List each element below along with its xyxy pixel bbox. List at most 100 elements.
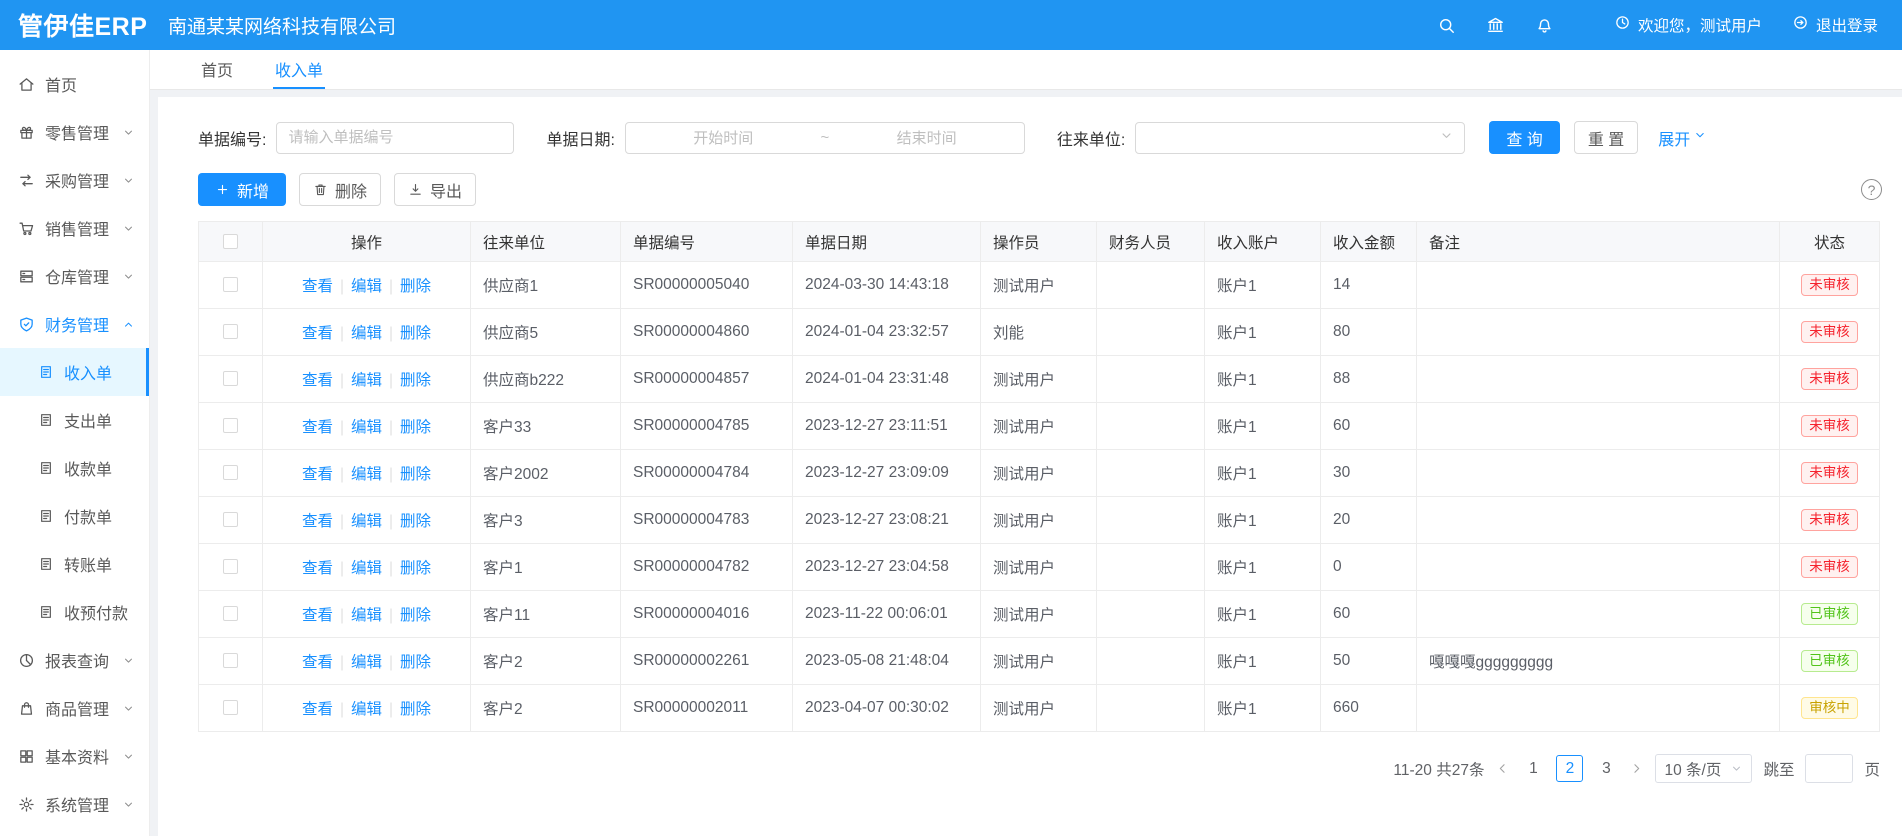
delete-button[interactable]: 删除	[299, 173, 381, 206]
cell-account: 账户1	[1205, 262, 1321, 309]
chevron-up-icon	[122, 318, 135, 331]
row-action-查看[interactable]: 查看	[302, 278, 333, 295]
welcome-user[interactable]: 欢迎您，测试用户	[1614, 14, 1762, 36]
row-action-编辑[interactable]: 编辑	[351, 560, 382, 577]
cell-status: 未审核	[1780, 356, 1880, 403]
help-button[interactable]: ?	[1861, 179, 1882, 200]
cell-finance	[1097, 591, 1205, 638]
column-header-操作: 操作	[263, 222, 471, 262]
row-action-编辑[interactable]: 编辑	[351, 466, 382, 483]
bell-button[interactable]	[1535, 16, 1554, 35]
prev-page-button[interactable]	[1495, 761, 1510, 776]
sidebar-subitem-收款单[interactable]: 收款单	[0, 444, 149, 492]
row-action-删除[interactable]: 删除	[400, 654, 431, 671]
row-checkbox[interactable]	[223, 559, 238, 574]
sidebar-item-首页[interactable]: 首页	[0, 60, 149, 108]
sidebar-item-销售管理[interactable]: 销售管理	[0, 204, 149, 252]
row-checkbox[interactable]	[223, 606, 238, 621]
sidebar-item-商品管理[interactable]: 商品管理	[0, 684, 149, 732]
row-action-删除[interactable]: 删除	[400, 607, 431, 624]
sidebar-subitem-收预付款[interactable]: 收预付款	[0, 588, 149, 636]
topbar-icons	[1437, 16, 1584, 35]
export-button[interactable]: 导出	[394, 173, 476, 206]
row-action-删除[interactable]: 删除	[400, 419, 431, 436]
date-range-picker[interactable]: 开始时间 ~ 结束时间	[625, 122, 1025, 154]
select-all-checkbox[interactable]	[223, 234, 238, 249]
select-all-header	[199, 222, 263, 262]
sidebar-subitem-转账单[interactable]: 转账单	[0, 540, 149, 588]
row-action-查看[interactable]: 查看	[302, 701, 333, 718]
row-action-查看[interactable]: 查看	[302, 607, 333, 624]
sidebar-item-label: 零售管理	[45, 120, 122, 144]
sidebar-item-财务管理[interactable]: 财务管理	[0, 300, 149, 348]
cell-partner: 供应商b222	[471, 356, 621, 403]
sidebar-subitem-收入单[interactable]: 收入单	[0, 348, 149, 396]
page-button-2[interactable]: 2	[1556, 755, 1583, 782]
sidebar-item-基本资料[interactable]: 基本资料	[0, 732, 149, 780]
cell-finance	[1097, 685, 1205, 732]
row-action-查看[interactable]: 查看	[302, 560, 333, 577]
page-button-3[interactable]: 3	[1594, 755, 1618, 782]
row-action-查看[interactable]: 查看	[302, 325, 333, 342]
row-checkbox[interactable]	[223, 700, 238, 715]
filterbar: 单据编号: 单据日期: 开始时间 ~ 结束时间 往来单位: 查 询	[198, 121, 1880, 154]
row-action-编辑[interactable]: 编辑	[351, 419, 382, 436]
bank-button[interactable]	[1486, 16, 1505, 35]
row-action-查看[interactable]: 查看	[302, 513, 333, 530]
row-action-编辑[interactable]: 编辑	[351, 325, 382, 342]
jump-page-input[interactable]	[1805, 754, 1853, 783]
tab-收入单[interactable]: 收入单	[273, 50, 325, 89]
row-checkbox[interactable]	[223, 512, 238, 527]
column-header-单据编号: 单据编号	[621, 222, 793, 262]
sidebar-item-采购管理[interactable]: 采购管理	[0, 156, 149, 204]
row-action-删除[interactable]: 删除	[400, 513, 431, 530]
row-action-查看[interactable]: 查看	[302, 466, 333, 483]
search-button[interactable]	[1437, 16, 1456, 35]
sidebar-item-仓库管理[interactable]: 仓库管理	[0, 252, 149, 300]
row-action-删除[interactable]: 删除	[400, 466, 431, 483]
action-separator: |	[389, 372, 393, 389]
doc-no-input[interactable]	[276, 122, 514, 154]
sidebar-item-报表查询[interactable]: 报表查询	[0, 636, 149, 684]
row-action-查看[interactable]: 查看	[302, 654, 333, 671]
row-checkbox[interactable]	[223, 418, 238, 433]
cell-finance	[1097, 262, 1205, 309]
row-action-删除[interactable]: 删除	[400, 560, 431, 577]
row-checkbox[interactable]	[223, 324, 238, 339]
sidebar-item-系统管理[interactable]: 系统管理	[0, 780, 149, 828]
row-action-查看[interactable]: 查看	[302, 372, 333, 389]
row-checkbox[interactable]	[223, 371, 238, 386]
row-action-编辑[interactable]: 编辑	[351, 701, 382, 718]
add-button[interactable]: 新增	[198, 173, 286, 206]
row-action-编辑[interactable]: 编辑	[351, 607, 382, 624]
cell-remark	[1417, 403, 1780, 450]
expand-toggle[interactable]: 展开	[1658, 126, 1707, 150]
row-checkbox[interactable]	[223, 653, 238, 668]
row-action-编辑[interactable]: 编辑	[351, 654, 382, 671]
action-separator: |	[389, 419, 393, 436]
cell-amount: 80	[1321, 309, 1417, 356]
row-action-查看[interactable]: 查看	[302, 419, 333, 436]
row-action-编辑[interactable]: 编辑	[351, 278, 382, 295]
row-action-编辑[interactable]: 编辑	[351, 372, 382, 389]
next-page-button[interactable]	[1629, 761, 1644, 776]
row-checkbox[interactable]	[223, 277, 238, 292]
page-size-select[interactable]: 10 条/页	[1655, 754, 1752, 783]
partner-select[interactable]	[1135, 122, 1465, 154]
cell-doc-no: SR00000004016	[621, 591, 793, 638]
row-action-删除[interactable]: 删除	[400, 372, 431, 389]
row-action-删除[interactable]: 删除	[400, 701, 431, 718]
row-action-删除[interactable]: 删除	[400, 278, 431, 295]
tab-首页[interactable]: 首页	[199, 50, 235, 89]
sidebar-subitem-付款单[interactable]: 付款单	[0, 492, 149, 540]
reset-button[interactable]: 重 置	[1574, 121, 1638, 154]
cell-actions: 查看|编辑|删除	[263, 591, 471, 638]
sidebar-subitem-支出单[interactable]: 支出单	[0, 396, 149, 444]
sidebar-item-零售管理[interactable]: 零售管理	[0, 108, 149, 156]
search-button[interactable]: 查 询	[1489, 121, 1559, 154]
page-button-1[interactable]: 1	[1521, 755, 1545, 782]
logout-button[interactable]: 退出登录	[1792, 14, 1878, 36]
row-action-编辑[interactable]: 编辑	[351, 513, 382, 530]
row-action-删除[interactable]: 删除	[400, 325, 431, 342]
row-checkbox[interactable]	[223, 465, 238, 480]
